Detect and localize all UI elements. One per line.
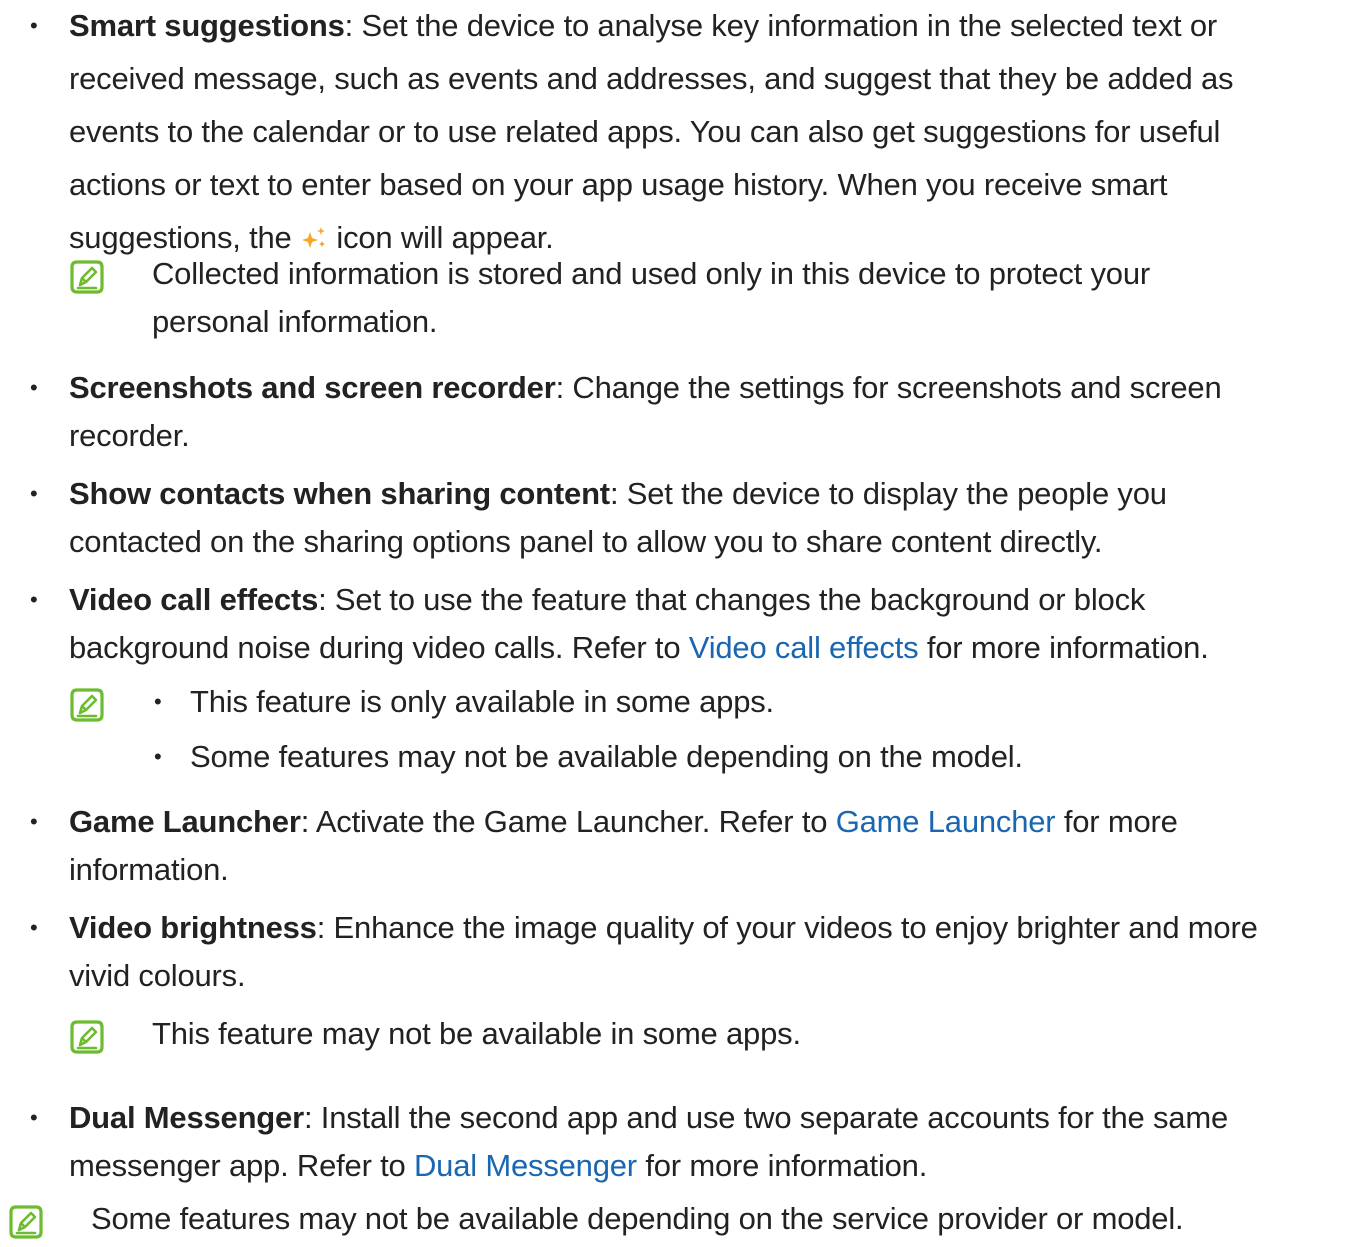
smart-suggestions-title: Smart suggestions: [69, 8, 345, 43]
game-launcher-title: Game Launcher: [69, 804, 301, 839]
game-launcher-link[interactable]: Game Launcher: [836, 804, 1056, 839]
smart-suggestions-line-5: suggestions, the icon will appear.: [69, 220, 554, 255]
note-bullet-2: Some features may not be available depen…: [190, 739, 1023, 774]
screenshots-title: Screenshots and screen recorder: [69, 370, 556, 405]
bullet: •: [30, 915, 38, 940]
smart-suggestions-line-1: Smart suggestions: Set the device to ana…: [69, 8, 1217, 43]
note-icon: [69, 687, 105, 723]
dual-messenger-line-1: Dual Messenger: Install the second app a…: [69, 1100, 1229, 1135]
note-text: This feature may not be available in som…: [152, 1016, 801, 1051]
show-contacts-line-1: Show contacts when sharing content: Set …: [69, 476, 1167, 511]
bullet: •: [154, 689, 162, 714]
note-text-line-1: Collected information is stored and used…: [152, 256, 1151, 291]
footer-note-text: Some features may not be available depen…: [91, 1201, 1184, 1236]
bullet: •: [30, 375, 38, 400]
bullet: •: [30, 481, 38, 506]
bullet: •: [30, 13, 38, 38]
show-contacts-line-2: contacted on the sharing options panel t…: [69, 524, 1103, 559]
bullet: •: [30, 1105, 38, 1130]
sparkle-icon: [301, 227, 325, 248]
bullet: •: [30, 587, 38, 612]
bullet: •: [154, 744, 162, 769]
screenshots-line-2: recorder.: [69, 418, 190, 453]
note-text-line-2: personal information.: [152, 304, 438, 339]
smart-suggestions-line-2: received message, such as events and add…: [69, 61, 1234, 96]
video-brightness-title: Video brightness: [69, 910, 317, 945]
game-launcher-line-1: Game Launcher: Activate the Game Launche…: [69, 804, 1178, 839]
screenshots-line-1: Screenshots and screen recorder: Change …: [69, 370, 1222, 405]
video-brightness-line-1: Video brightness: Enhance the image qual…: [69, 910, 1258, 945]
bullet: •: [30, 809, 38, 834]
video-call-effects-title: Video call effects: [69, 582, 319, 617]
dual-messenger-line-2: messenger app. Refer to Dual Messenger f…: [69, 1148, 928, 1183]
show-contacts-title: Show contacts when sharing content: [69, 476, 610, 511]
video-call-effects-link[interactable]: Video call effects: [689, 630, 919, 665]
dual-messenger-link[interactable]: Dual Messenger: [414, 1148, 637, 1183]
note-icon: [8, 1204, 44, 1240]
smart-suggestions-line-3: events to the calendar or to use related…: [69, 114, 1221, 149]
note-bullet-1: This feature is only available in some a…: [190, 684, 774, 719]
smart-suggestions-line-4: actions or text to enter based on your a…: [69, 167, 1168, 202]
dual-messenger-title: Dual Messenger: [69, 1100, 304, 1135]
game-launcher-line-2: information.: [69, 852, 229, 887]
video-brightness-line-2: vivid colours.: [69, 958, 246, 993]
note-icon: [69, 259, 105, 295]
video-call-effects-line-2: background noise during video calls. Ref…: [69, 630, 1209, 665]
note-icon: [69, 1019, 105, 1055]
video-call-effects-line-1: Video call effects: Set to use the featu…: [69, 582, 1146, 617]
